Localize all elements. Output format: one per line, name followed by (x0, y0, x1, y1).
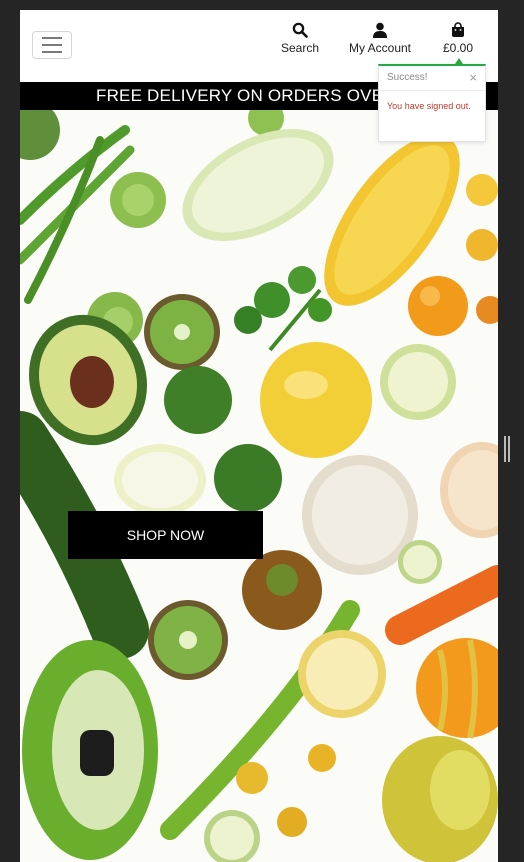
menu-toggle-button[interactable] (32, 31, 72, 59)
toast-header: Success! × (379, 66, 485, 91)
resize-handle[interactable] (504, 436, 510, 462)
search-icon (292, 22, 308, 38)
signout-toast: Success! × You have signed out. (378, 58, 486, 142)
search-link[interactable]: Search (276, 22, 324, 55)
my-account-label: My Account (348, 41, 412, 55)
toast-title: Success! (387, 72, 428, 83)
shop-now-button[interactable]: SHOP NOW (68, 511, 263, 559)
shop-now-label: SHOP NOW (126, 527, 205, 543)
user-icon (373, 22, 387, 38)
hamburger-line (42, 44, 62, 46)
search-label: Search (280, 41, 320, 55)
cart-total: £0.00 (442, 41, 474, 55)
toast-close-icon[interactable]: × (469, 66, 477, 90)
my-account-link[interactable]: My Account (345, 22, 415, 55)
vegetables-illustration (20, 110, 498, 862)
hamburger-line (42, 51, 62, 53)
toast-message: You have signed out. (387, 101, 471, 111)
hamburger-line (42, 37, 62, 39)
hero-image: SHOP NOW (20, 110, 498, 862)
shopping-bag-icon (452, 22, 464, 37)
toast-arrow (455, 58, 463, 64)
cart-link[interactable]: £0.00 (438, 22, 478, 55)
banner-text: FREE DELIVERY ON ORDERS OVER (96, 86, 396, 105)
